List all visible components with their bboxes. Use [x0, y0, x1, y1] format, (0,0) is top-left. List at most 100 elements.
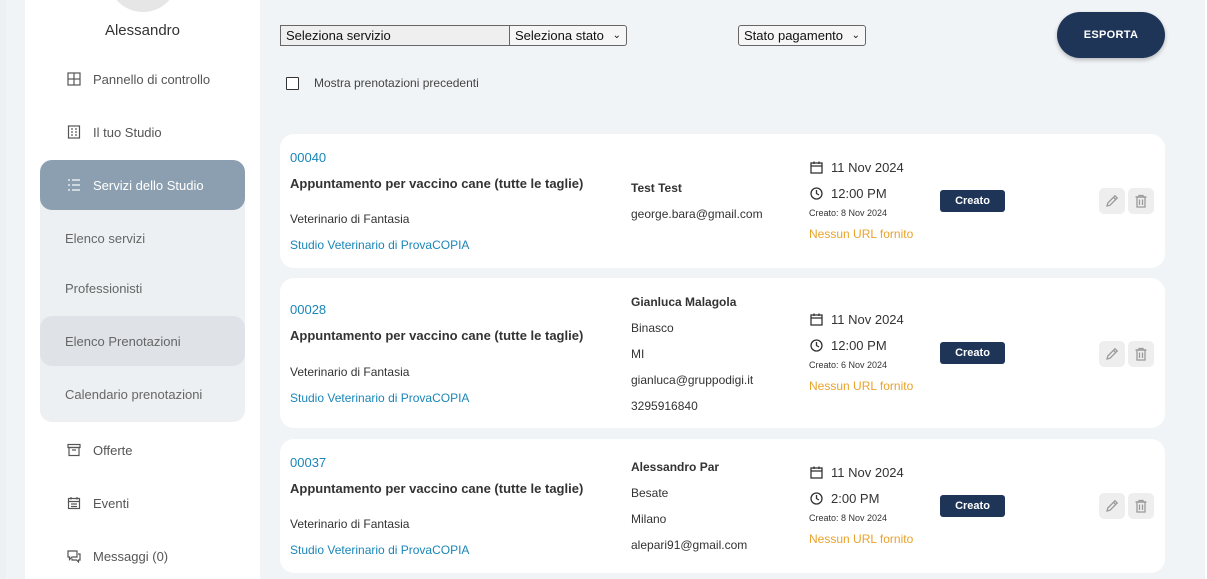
- client-province: MI: [631, 347, 645, 361]
- client-email: george.bara@gmail.com: [631, 207, 763, 221]
- pencil-icon: [1106, 499, 1119, 512]
- chevron-down-icon: ⌄: [851, 30, 860, 41]
- client-name: Alessandro Par: [631, 460, 720, 474]
- booking-service: Appuntamento per vaccino cane (tutte le …: [290, 481, 584, 496]
- booking-date-value: 11 Nov 2024: [831, 160, 904, 175]
- client-email: alepari91@gmail.com: [631, 538, 748, 552]
- booking-created: Creato: 8 Nov 2024: [809, 513, 888, 523]
- calendar-icon: [810, 466, 823, 479]
- booking-url-status: Nessun URL fornito: [809, 227, 914, 241]
- booking-vet: Veterinario di Fantasia: [290, 212, 410, 226]
- status-badge: Creato: [940, 190, 1005, 212]
- calendar-icon: [810, 161, 823, 174]
- booking-time-value: 12:00 PM: [831, 338, 887, 353]
- pencil-icon: [1106, 194, 1119, 207]
- booking-time-value: 2:00 PM: [831, 491, 880, 506]
- booking-created: Creato: 6 Nov 2024: [809, 360, 888, 370]
- edit-button[interactable]: [1099, 341, 1125, 367]
- client-province: Milano: [631, 512, 667, 526]
- show-past-bookings: Mostra prenotazioni precedenti: [286, 76, 479, 90]
- service-select-value: Seleziona servizio: [286, 28, 391, 43]
- submenu-item-services-list[interactable]: Elenco servizi: [40, 213, 245, 263]
- booking-vet: Veterinario di Fantasia: [290, 517, 410, 531]
- booking-time: 2:00 PM: [810, 491, 879, 506]
- list-icon: [67, 178, 81, 192]
- sidebar-item-label: Offerte: [93, 442, 133, 458]
- delete-button[interactable]: [1128, 493, 1154, 519]
- sidebar-item-label: Servizi dello Studio: [93, 177, 204, 193]
- edit-button[interactable]: [1099, 493, 1125, 519]
- client-city: Besate: [631, 486, 669, 500]
- booking-date: 11 Nov 2024: [810, 312, 904, 327]
- delete-button[interactable]: [1128, 341, 1154, 367]
- export-button[interactable]: ESPORTA: [1057, 12, 1165, 58]
- grid-icon: [67, 72, 81, 86]
- booking-code[interactable]: 00037: [290, 455, 326, 470]
- booking-studio[interactable]: Studio Veterinario di ProvaCOPIA: [290, 238, 469, 252]
- booking-url-status: Nessun URL fornito: [809, 379, 914, 393]
- sidebar-item-services[interactable]: Servizi dello Studio: [40, 160, 245, 210]
- calendar-icon: [810, 313, 823, 326]
- show-past-checkbox[interactable]: [286, 76, 299, 90]
- submenu-item-bookings[interactable]: Elenco Prenotazioni: [40, 316, 245, 366]
- status-badge: Creato: [940, 495, 1005, 517]
- sidebar-item-offers[interactable]: Offerte: [40, 425, 245, 475]
- sidebar-item-label: Pannello di controllo: [93, 71, 211, 87]
- service-select[interactable]: Seleziona servizio: [280, 25, 510, 46]
- submenu-item-calendar[interactable]: Calendario prenotazioni: [40, 369, 245, 419]
- submenu-item-professionals[interactable]: Professionisti: [40, 263, 245, 313]
- booking-code[interactable]: 00028: [290, 302, 326, 317]
- booking-service: Appuntamento per vaccino cane (tutte le …: [290, 328, 584, 343]
- sidebar-item-label: Il tuo Studio: [93, 124, 162, 140]
- booking-service: Appuntamento per vaccino cane (tutte le …: [290, 176, 584, 191]
- status-badge: Creato: [940, 342, 1005, 364]
- filters-bar: Seleziona servizio Seleziona stato ⌄: [280, 25, 627, 46]
- booking-time: 12:00 PM: [810, 338, 887, 353]
- pencil-icon: [1106, 347, 1119, 360]
- sidebar-item-dashboard[interactable]: Pannello di controllo: [40, 54, 245, 104]
- sidebar-item-events[interactable]: Eventi: [40, 478, 245, 528]
- client-phone: 3295916840: [631, 399, 698, 413]
- edit-button[interactable]: [1099, 188, 1125, 214]
- calendar-icon: [67, 496, 81, 510]
- clock-icon: [810, 492, 823, 505]
- client-city: Binasco: [631, 321, 674, 335]
- avatar[interactable]: [108, 0, 178, 12]
- booking-date-value: 11 Nov 2024: [831, 312, 904, 327]
- trash-icon: [1135, 347, 1147, 361]
- trash-icon: [1135, 194, 1147, 208]
- status-select[interactable]: Seleziona stato ⌄: [510, 25, 627, 46]
- booking-code[interactable]: 00040: [290, 150, 326, 165]
- archive-icon: [67, 443, 81, 457]
- booking-url-status: Nessun URL fornito: [809, 532, 914, 546]
- chat-icon: [67, 549, 81, 563]
- building-icon: [67, 125, 81, 139]
- booking-studio[interactable]: Studio Veterinario di ProvaCOPIA: [290, 543, 469, 557]
- status-select-value: Seleziona stato: [515, 28, 604, 43]
- trash-icon: [1135, 499, 1147, 513]
- booking-time-value: 12:00 PM: [831, 186, 887, 201]
- chevron-down-icon: ⌄: [612, 30, 621, 41]
- booking-card: 00028 Appuntamento per vaccino cane (tut…: [280, 278, 1165, 428]
- sidebar-item-messages[interactable]: Messaggi (0): [40, 531, 245, 579]
- booking-vet: Veterinario di Fantasia: [290, 365, 410, 379]
- sidebar-item-studio[interactable]: Il tuo Studio: [40, 107, 245, 157]
- booking-date: 11 Nov 2024: [810, 160, 904, 175]
- payment-status-select[interactable]: Stato pagamento ⌄: [738, 25, 866, 46]
- sidebar-item-label: Messaggi (0): [93, 548, 169, 564]
- booking-card: 00040 Appuntamento per vaccino cane (tut…: [280, 134, 1165, 268]
- booking-date: 11 Nov 2024: [810, 465, 904, 480]
- booking-created: Creato: 8 Nov 2024: [809, 208, 888, 218]
- booking-studio[interactable]: Studio Veterinario di ProvaCOPIA: [290, 391, 469, 405]
- show-past-label: Mostra prenotazioni precedenti: [314, 76, 479, 90]
- clock-icon: [810, 187, 823, 200]
- page-edge: [0, 0, 6, 579]
- booking-date-value: 11 Nov 2024: [831, 465, 904, 480]
- sidebar-item-label: Eventi: [93, 495, 130, 511]
- delete-button[interactable]: [1128, 188, 1154, 214]
- sidebar: Alessandro Pannello di controllo Il tuo …: [25, 0, 260, 579]
- user-name: Alessandro: [104, 22, 181, 39]
- client-name: Gianluca Malagola: [631, 295, 737, 309]
- clock-icon: [810, 339, 823, 352]
- client-email: gianluca@gruppodigi.it: [631, 373, 754, 387]
